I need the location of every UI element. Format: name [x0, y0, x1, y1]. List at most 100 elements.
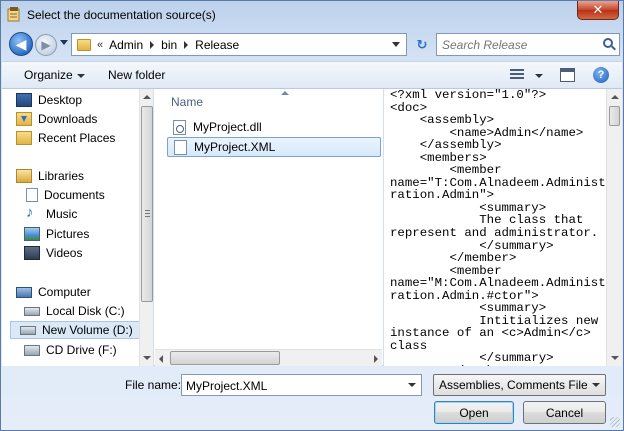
- cd-drive-icon: [24, 344, 40, 356]
- chevron-down-icon: [76, 73, 85, 78]
- refresh-button[interactable]: ↻: [411, 33, 433, 56]
- breadcrumb-bin[interactable]: bin: [161, 38, 177, 52]
- address-bar[interactable]: « Admin bin Release: [71, 33, 407, 56]
- file-name-input[interactable]: [186, 378, 396, 393]
- cancel-button[interactable]: Cancel: [523, 401, 606, 424]
- documents-icon: [26, 188, 38, 202]
- open-button[interactable]: Open: [434, 401, 514, 424]
- scrollbar-thumb[interactable]: [141, 106, 153, 302]
- file-list-horizontal-scrollbar[interactable]: [155, 349, 382, 366]
- nav-item-downloads[interactable]: Downloads: [16, 110, 97, 128]
- nav-item-documents[interactable]: Documents: [24, 186, 105, 204]
- nav-item-label: Pictures: [46, 227, 90, 241]
- nav-item-label: Recent Places: [38, 131, 116, 145]
- command-toolbar: Organize New folder ?: [2, 61, 622, 89]
- app-icon: [7, 7, 20, 22]
- nav-item-label: New Volume (D:): [42, 323, 133, 337]
- search-icon[interactable]: [603, 38, 613, 48]
- scrollbar-thumb[interactable]: [609, 106, 620, 126]
- file-name-combobox[interactable]: [181, 374, 422, 396]
- nav-item-label: Videos: [46, 246, 83, 260]
- nav-item-desktop[interactable]: Desktop: [16, 91, 82, 109]
- volume-icon: [20, 325, 36, 335]
- scroll-up-icon[interactable]: [611, 95, 619, 99]
- file-name: MyProject.XML: [194, 140, 276, 154]
- navigation-pane: Desktop Downloads Recent Places Librarie…: [2, 89, 154, 366]
- breadcrumb-arrow-icon[interactable]: [184, 40, 189, 49]
- pictures-icon: [24, 227, 40, 241]
- grip-icon: [145, 210, 150, 217]
- dll-file-icon: [173, 119, 186, 135]
- file-row-xml[interactable]: MyProject.XML: [167, 137, 381, 157]
- chevron-down-icon: [592, 383, 600, 387]
- search-input[interactable]: [442, 37, 592, 52]
- view-options-dropdown-icon[interactable]: [535, 74, 543, 78]
- nav-item-label: Local Disk (C:): [46, 304, 125, 318]
- address-dropdown-icon[interactable]: [392, 42, 400, 47]
- nav-item-label: CD Drive (F:): [46, 343, 117, 357]
- nav-item-music[interactable]: Music: [24, 204, 78, 223]
- nav-item-label: Downloads: [38, 112, 98, 126]
- scroll-up-icon[interactable]: [143, 95, 151, 99]
- recent-places-icon: [16, 131, 32, 145]
- column-header-name[interactable]: Name: [171, 95, 203, 109]
- resize-grip-icon[interactable]: [610, 417, 620, 427]
- folder-icon: [77, 38, 91, 51]
- desktop-icon: [16, 93, 32, 107]
- change-view-icon[interactable]: [510, 69, 524, 81]
- content-area: Desktop Downloads Recent Places Librarie…: [2, 89, 622, 366]
- nav-item-pictures[interactable]: Pictures: [24, 225, 89, 243]
- window-title: Select the documentation source(s): [27, 8, 216, 22]
- scroll-left-icon[interactable]: [159, 355, 163, 363]
- navigation-scrollbar[interactable]: [139, 89, 153, 366]
- nav-item-new-volume[interactable]: New Volume (D:): [10, 321, 140, 339]
- scrollbar-thumb[interactable]: [170, 351, 280, 365]
- preview-scrollbar[interactable]: [606, 89, 622, 366]
- nav-item-cd-drive[interactable]: CD Drive (F:): [24, 341, 117, 359]
- breadcrumb-arrow-icon[interactable]: [150, 40, 155, 49]
- file-name: MyProject.dll: [193, 120, 262, 134]
- close-icon: ✕: [592, 2, 604, 17]
- search-box[interactable]: [436, 33, 620, 56]
- organize-label: Organize: [24, 68, 73, 82]
- nav-item-label: Desktop: [38, 93, 83, 107]
- breadcrumb-admin[interactable]: Admin: [109, 38, 143, 52]
- organize-button[interactable]: Organize: [24, 68, 85, 82]
- local-disk-icon: [24, 306, 40, 316]
- nav-item-label: Music: [46, 207, 78, 221]
- xml-preview-text: <?xml version="1.0"?> <doc> <assembly> <…: [390, 89, 606, 366]
- scroll-down-icon[interactable]: [611, 356, 619, 360]
- scroll-right-icon[interactable]: [374, 355, 378, 363]
- refresh-icon: ↻: [416, 36, 428, 52]
- nav-item-label: Libraries: [38, 169, 85, 183]
- nav-item-recent-places[interactable]: Recent Places: [16, 129, 115, 147]
- close-button[interactable]: ✕: [577, 1, 619, 20]
- title-bar: Select the documentation source(s) ✕: [1, 1, 623, 29]
- help-icon[interactable]: ?: [593, 67, 609, 83]
- nav-item-computer[interactable]: Computer: [16, 283, 91, 301]
- forward-button[interactable]: ▶: [35, 34, 57, 56]
- preview-pane-toggle-icon[interactable]: [560, 68, 575, 82]
- file-type-filter-select[interactable]: Assemblies, Comments Files, ar: [433, 374, 606, 396]
- computer-icon: [16, 286, 32, 298]
- breadcrumb-release[interactable]: Release: [195, 38, 239, 52]
- file-row-dll[interactable]: MyProject.dll: [167, 117, 381, 137]
- nav-item-local-disk[interactable]: Local Disk (C:): [24, 302, 125, 320]
- new-folder-button[interactable]: New folder: [108, 68, 165, 82]
- chevron-down-icon[interactable]: [408, 383, 416, 387]
- scroll-down-icon[interactable]: [143, 356, 151, 360]
- videos-icon: [24, 246, 40, 260]
- downloads-icon: [16, 112, 32, 126]
- file-name-label: File name:: [125, 378, 182, 392]
- nav-item-libraries[interactable]: Libraries: [16, 167, 84, 185]
- music-icon: [24, 204, 40, 221]
- nav-item-label: Computer: [38, 285, 91, 299]
- navigation-bar: ◀ ▶ « Admin bin Release ↻: [1, 29, 623, 59]
- recent-locations-dropdown-icon[interactable]: [60, 40, 68, 45]
- libraries-icon: [16, 169, 32, 183]
- xml-file-icon: [174, 139, 187, 155]
- breadcrumb-overflow[interactable]: «: [97, 39, 103, 51]
- back-button[interactable]: ◀: [9, 32, 33, 56]
- nav-item-label: Documents: [44, 188, 105, 202]
- nav-item-videos[interactable]: Videos: [24, 244, 82, 262]
